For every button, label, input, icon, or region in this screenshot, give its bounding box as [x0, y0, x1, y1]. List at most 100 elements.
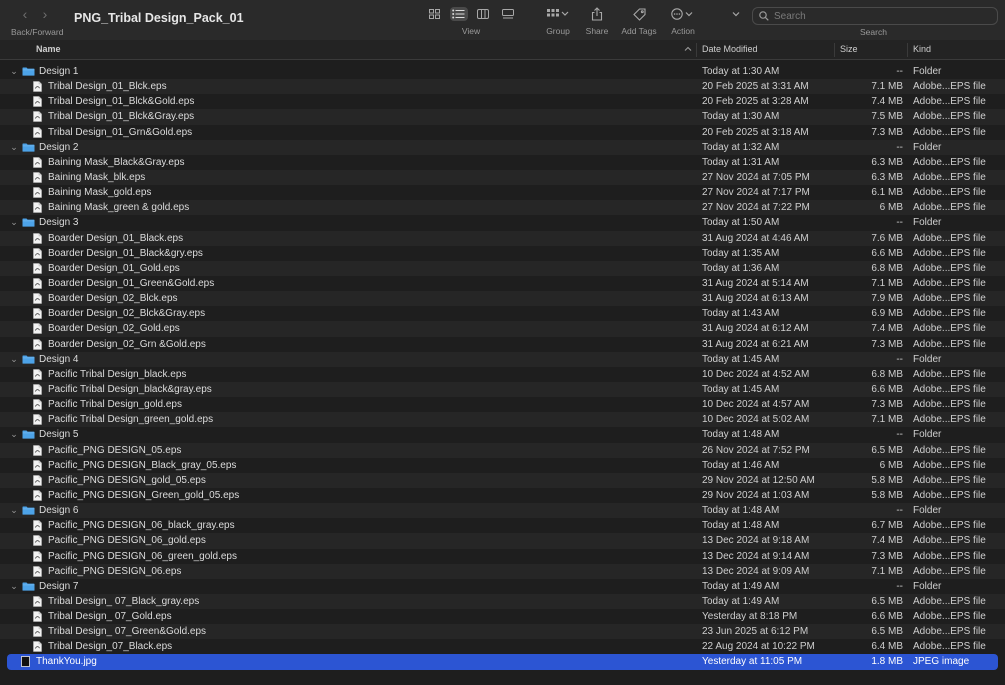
- file-row[interactable]: Boarder Design_01_Green&Gold.eps 31 Aug 2…: [0, 276, 1005, 291]
- size-cell: 6.4 MB: [871, 641, 903, 653]
- file-row[interactable]: Tribal Design_01_Blck.eps 20 Feb 2025 at …: [0, 79, 1005, 95]
- column-kind-header[interactable]: Kind: [913, 44, 931, 54]
- name-cell: Pacific Tribal Design_gold.eps: [33, 399, 182, 410]
- name-cell: Baining Mask_green & gold.eps: [33, 202, 189, 213]
- kind-cell: Adobe...EPS file: [913, 520, 986, 532]
- column-view-icon[interactable]: [474, 7, 493, 21]
- file-row[interactable]: Pacific_PNG DESIGN_05.eps 26 Nov 2024 at …: [0, 442, 1005, 458]
- name-cell: Boarder Design_01_Green&Gold.eps: [33, 278, 214, 289]
- group-button[interactable]: Group: [541, 6, 575, 36]
- file-row[interactable]: Boarder Design_02_Grn &Gold.eps 31 Aug 20…: [0, 337, 1005, 352]
- file-row[interactable]: Tribal Design_ 07_Gold.eps Yesterday at 8…: [0, 609, 1005, 624]
- kind-cell: Adobe...EPS file: [913, 641, 986, 653]
- file-row[interactable]: Pacific_PNG DESIGN_06.eps 13 Dec 2024 at …: [0, 563, 1005, 579]
- file-name: Tribal Design_01_Grn&Gold.eps: [48, 126, 193, 138]
- file-row[interactable]: Pacific_PNG DESIGN_Black_gray_05.eps Toda…: [0, 458, 1005, 473]
- file-row[interactable]: Boarder Design_01_Gold.eps Today at 1:36 …: [0, 260, 1005, 276]
- eps-file-icon: [33, 126, 48, 138]
- eps-file-icon: [33, 490, 48, 501]
- disclosure-chevron-icon[interactable]: ⌄: [9, 66, 19, 77]
- disclosure-chevron-icon[interactable]: ⌄: [9, 429, 19, 440]
- size-cell: --: [896, 429, 903, 441]
- kind-cell: Folder: [913, 353, 942, 365]
- file-row[interactable]: Baining Mask_green & gold.eps 27 Nov 2024…: [0, 200, 1005, 216]
- column-divider[interactable]: [696, 43, 697, 57]
- size-cell: 7.1 MB: [871, 81, 903, 93]
- file-row[interactable]: Pacific_PNG DESIGN_gold_05.eps 29 Nov 202…: [0, 472, 1005, 488]
- file-name: Design 2: [39, 141, 79, 153]
- toolbar-overflow-button[interactable]: [730, 6, 742, 36]
- list-view-icon[interactable]: [449, 7, 468, 21]
- file-name: Tribal Design_ 07_Black_gray.eps: [48, 595, 200, 607]
- file-row[interactable]: Pacific_PNG DESIGN_06_gold.eps 13 Dec 202…: [0, 533, 1005, 549]
- file-row[interactable]: Boarder Design_01_Black&gry.eps Today at …: [0, 246, 1005, 261]
- file-row[interactable]: Tribal Design_01_Blck&Gray.eps Today at 1…: [0, 109, 1005, 125]
- file-row[interactable]: Baining Mask_Black&Gray.eps Today at 1:31…: [0, 155, 1005, 170]
- file-row[interactable]: Pacific Tribal Design_black.eps 10 Dec 20…: [0, 367, 1005, 382]
- file-row[interactable]: Pacific_PNG DESIGN_06_green_gold.eps 13 D…: [0, 549, 1005, 564]
- eps-file-icon: [33, 459, 48, 471]
- disclosure-chevron-icon[interactable]: ⌄: [9, 217, 19, 228]
- folder-row[interactable]: ⌄ Design 3 Today at 1:50 AM -- Folder: [0, 215, 1005, 230]
- back-chevron-icon[interactable]: ‹: [20, 6, 30, 22]
- disclosure-chevron-icon[interactable]: ⌄: [9, 354, 19, 365]
- search-input[interactable]: [774, 10, 974, 22]
- column-date-header[interactable]: Date Modified: [702, 44, 758, 54]
- column-divider[interactable]: [907, 43, 908, 57]
- name-cell: Tribal Design_01_Blck&Gray.eps: [33, 111, 194, 122]
- gallery-view-icon[interactable]: [499, 7, 518, 21]
- column-divider[interactable]: [834, 43, 835, 57]
- forward-chevron-icon[interactable]: ›: [40, 6, 50, 22]
- date-cell: 26 Nov 2024 at 7:52 PM: [702, 444, 810, 456]
- disclosure-chevron-icon[interactable]: ⌄: [9, 142, 19, 153]
- file-row[interactable]: Tribal Design_01_Blck&Gold.eps 20 Feb 202…: [0, 94, 1005, 109]
- column-name-header[interactable]: Name: [36, 44, 61, 54]
- file-row[interactable]: Pacific_PNG DESIGN_Green_gold_05.eps 29 N…: [0, 488, 1005, 503]
- action-button[interactable]: Action: [666, 6, 700, 36]
- folder-row[interactable]: ⌄ Design 5 Today at 1:48 AM -- Folder: [0, 427, 1005, 442]
- file-row[interactable]: Pacific Tribal Design_green_gold.eps 10 D…: [0, 412, 1005, 428]
- folder-row[interactable]: ⌄ Design 2 Today at 1:32 AM -- Folder: [0, 139, 1005, 155]
- folder-row[interactable]: ⌄ Design 1 Today at 1:30 AM -- Folder: [0, 64, 1005, 79]
- folder-row[interactable]: ⌄ Design 7 Today at 1:49 AM -- Folder: [0, 579, 1005, 594]
- size-cell: 7.1 MB: [871, 277, 903, 289]
- folder-row[interactable]: ⌄ Design 6 Today at 1:48 AM -- Folder: [0, 503, 1005, 519]
- file-row[interactable]: Tribal Design_ 07_Green&Gold.eps 23 Jun 2…: [0, 624, 1005, 640]
- file-row[interactable]: Pacific Tribal Design_black&gray.eps Toda…: [0, 381, 1005, 398]
- date-cell: Today at 1:30 AM: [702, 66, 780, 77]
- group-grid-icon: [547, 9, 569, 17]
- kind-cell: Adobe...EPS file: [913, 338, 986, 350]
- add-tags-button[interactable]: Add Tags: [618, 6, 660, 36]
- file-row[interactable]: Boarder Design_02_Blck&Gray.eps Today at …: [0, 306, 1005, 321]
- file-row[interactable]: Baining Mask_blk.eps 27 Nov 2024 at 7:05 …: [0, 169, 1005, 186]
- column-size-header[interactable]: Size: [840, 44, 858, 54]
- size-cell: 7.3 MB: [871, 126, 903, 138]
- kind-cell: Folder: [913, 580, 942, 592]
- file-name: Pacific_PNG DESIGN_06_gold.eps: [48, 535, 206, 547]
- file-row[interactable]: Tribal Design_07_Black.eps 22 Aug 2024 at…: [0, 639, 1005, 654]
- size-cell: 7.4 MB: [871, 535, 903, 547]
- file-row[interactable]: Boarder Design_01_Black.eps 31 Aug 2024 a…: [0, 230, 1005, 246]
- size-cell: 7.9 MB: [871, 293, 903, 305]
- size-cell: --: [896, 505, 903, 517]
- file-row[interactable]: Pacific Tribal Design_gold.eps 10 Dec 202…: [0, 397, 1005, 412]
- file-row[interactable]: Boarder Design_02_Gold.eps 31 Aug 2024 at…: [0, 321, 1005, 337]
- folder-row[interactable]: ⌄ Design 4 Today at 1:45 AM -- Folder: [0, 351, 1005, 367]
- size-cell: 6.5 MB: [871, 444, 903, 456]
- file-name: Tribal Design_ 07_Green&Gold.eps: [48, 626, 207, 638]
- name-cell: Baining Mask_blk.eps: [33, 172, 145, 183]
- disclosure-chevron-icon[interactable]: ⌄: [9, 581, 19, 592]
- file-row[interactable]: Pacific_PNG DESIGN_06_black_gray.eps Toda…: [0, 518, 1005, 533]
- file-row[interactable]: Boarder Design_02_Blck.eps 31 Aug 2024 at…: [0, 291, 1005, 307]
- file-row[interactable]: Tribal Design_01_Grn&Gold.eps 20 Feb 2025…: [0, 125, 1005, 140]
- file-row[interactable]: Baining Mask_gold.eps 27 Nov 2024 at 7:17…: [0, 185, 1005, 200]
- share-button[interactable]: Share: [582, 6, 612, 36]
- file-row[interactable]: Tribal Design_ 07_Black_gray.eps Today at…: [0, 593, 1005, 610]
- search-field[interactable]: [752, 7, 998, 25]
- date-cell: 13 Dec 2024 at 9:14 AM: [702, 550, 810, 562]
- file-row[interactable]: ThankYou.jpg Yesterday at 11:05 PM 1.8 MB J…: [7, 654, 998, 670]
- icon-view-icon[interactable]: [425, 7, 444, 21]
- disclosure-chevron-icon[interactable]: ⌄: [9, 505, 19, 516]
- search-icon: [759, 11, 769, 21]
- file-name: Pacific_PNG DESIGN_06_black_gray.eps: [48, 520, 235, 532]
